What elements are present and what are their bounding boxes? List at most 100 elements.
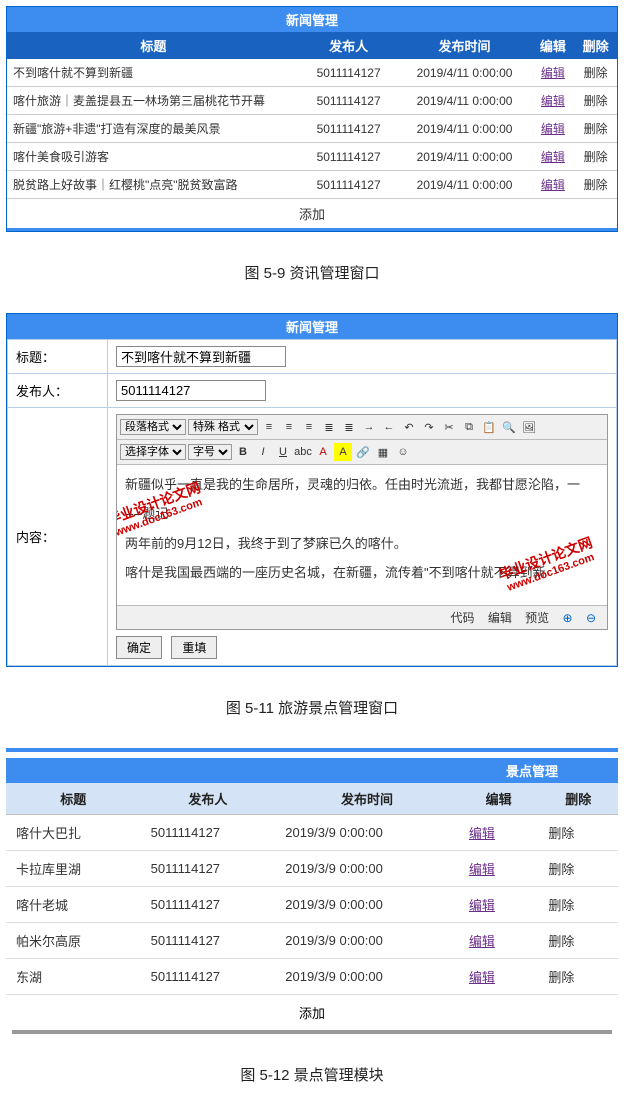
- th-edit: 编辑: [459, 783, 539, 815]
- edit-link[interactable]: 编辑: [469, 826, 495, 841]
- image-icon[interactable]: 🖼: [520, 418, 538, 436]
- color-icon[interactable]: A: [314, 443, 332, 461]
- smiley-icon[interactable]: ☺: [394, 443, 412, 461]
- delete-link[interactable]: 删除: [548, 934, 574, 949]
- delete-link[interactable]: 删除: [548, 826, 574, 841]
- edit-link[interactable]: 编辑: [541, 178, 565, 192]
- cell-publisher: 5011114127: [300, 115, 398, 143]
- cut-icon[interactable]: ✂: [440, 418, 458, 436]
- special-select[interactable]: 特殊 格式: [188, 419, 258, 435]
- cell-title: 帕米尔高原: [6, 923, 141, 959]
- table-row: 脱贫路上好故事｜红樱桃"点亮"脱贫致富路50111141272019/4/11 …: [7, 171, 617, 199]
- table-row: 东湖50111141272019/3/9 0:00:00编辑删除: [6, 959, 618, 995]
- cell-title: 不到喀什就不算到新疆: [7, 59, 300, 87]
- news-manage-panel: 新闻管理 标题 发布人 发布时间 编辑 删除 不到喀什就不算到新疆5011114…: [6, 6, 618, 232]
- edit-tab[interactable]: 编辑: [488, 611, 512, 625]
- edit-link[interactable]: 编辑: [541, 150, 565, 164]
- delete-link[interactable]: 删除: [584, 178, 608, 192]
- table-row: 喀什大巴扎50111141272019/3/9 0:00:00编辑删除: [6, 815, 618, 851]
- edit-link[interactable]: 编辑: [541, 66, 565, 80]
- bold-icon[interactable]: B: [234, 443, 252, 461]
- table-icon[interactable]: ▦: [374, 443, 392, 461]
- ok-button[interactable]: 确定: [116, 636, 162, 659]
- list-ol-icon[interactable]: ≣: [320, 418, 338, 436]
- cell-publisher: 5011114127: [141, 815, 276, 851]
- cell-time: 2019/4/11 0:00:00: [397, 115, 531, 143]
- th-title: 标题: [7, 32, 300, 59]
- indent-icon[interactable]: →: [360, 418, 378, 436]
- figure-caption-1: 图 5-9 资讯管理窗口: [0, 238, 624, 307]
- minus-icon[interactable]: ⊖: [586, 611, 596, 625]
- align-left-icon[interactable]: ≡: [260, 418, 278, 436]
- cell-publisher: 5011114127: [141, 851, 276, 887]
- editor-textarea[interactable]: 毕业设计论文网 www.doc163.com 毕业设计论文网 www.doc16…: [117, 465, 607, 605]
- delete-link[interactable]: 删除: [584, 66, 608, 80]
- list-ul-icon[interactable]: ≣: [340, 418, 358, 436]
- cell-time: 2019/4/11 0:00:00: [397, 143, 531, 171]
- table-row: 卡拉库里湖50111141272019/3/9 0:00:00编辑删除: [6, 851, 618, 887]
- outdent-icon[interactable]: ←: [380, 418, 398, 436]
- size-select[interactable]: 字号: [188, 444, 232, 460]
- paste-icon[interactable]: 📋: [480, 418, 498, 436]
- preview-tab[interactable]: 预览: [525, 611, 549, 625]
- font-select[interactable]: 选择字体: [120, 444, 186, 460]
- edit-link[interactable]: 编辑: [469, 934, 495, 949]
- cell-time: 2019/3/9 0:00:00: [275, 851, 459, 887]
- edit-link[interactable]: 编辑: [541, 94, 565, 108]
- cell-time: 2019/3/9 0:00:00: [275, 923, 459, 959]
- table-row: 帕米尔高原50111141272019/3/9 0:00:00 编辑 删除: [6, 923, 618, 959]
- align-center-icon[interactable]: ≡: [280, 418, 298, 436]
- edit-link[interactable]: 编辑: [469, 898, 495, 913]
- th-publisher: 发布人: [300, 32, 398, 59]
- delete-link[interactable]: 删除: [584, 150, 608, 164]
- cell-publisher: 5011114127: [141, 923, 276, 959]
- undo-icon[interactable]: ↶: [400, 418, 418, 436]
- add-button[interactable]: 添加: [7, 199, 617, 231]
- code-tab[interactable]: 代码: [450, 611, 474, 625]
- publisher-input[interactable]: [116, 380, 266, 401]
- cell-title: 脱贫路上好故事｜红樱桃"点亮"脱贫致富路: [7, 171, 300, 199]
- table-row: 喀什老城50111141272019/3/9 0:00:00编辑删除: [6, 887, 618, 923]
- th-edit: 编辑: [532, 32, 575, 59]
- edit-link[interactable]: 编辑: [541, 122, 565, 136]
- table-header: 标题 发布人 发布时间 编辑 删除: [6, 783, 618, 815]
- rich-editor: 段落格式 特殊 格式 ≡ ≡ ≡ ≣ ≣ → ← ↶ ↷ ✂ ⧉ 📋: [116, 414, 608, 630]
- italic-icon[interactable]: I: [254, 443, 272, 461]
- cell-title: 喀什大巴扎: [6, 815, 141, 851]
- bottom-stripe: [12, 1030, 612, 1034]
- figure-caption-2: 图 5-11 旅游景点管理窗口: [0, 673, 624, 742]
- copy-icon[interactable]: ⧉: [460, 418, 478, 436]
- bgcolor-icon[interactable]: A: [334, 443, 352, 461]
- cell-time: 2019/3/9 0:00:00: [275, 887, 459, 923]
- editor-toolbar-2: 选择字体 字号 B I U abc A A 🔗 ▦ ☺: [117, 440, 607, 465]
- title-input[interactable]: [116, 346, 286, 367]
- spot-table: 标题 发布人 发布时间 编辑 删除 喀什大巴扎50111141272019/3/…: [6, 783, 618, 995]
- redo-icon[interactable]: ↷: [420, 418, 438, 436]
- cell-title: 喀什美食吸引游客: [7, 143, 300, 171]
- editor-line: ----题记: [125, 502, 599, 525]
- reset-button[interactable]: 重填: [171, 636, 217, 659]
- table-row: 喀什美食吸引游客50111141272019/4/11 0:00:00编辑删除: [7, 143, 617, 171]
- edit-link[interactable]: 编辑: [469, 970, 495, 985]
- delete-link[interactable]: 删除: [548, 898, 574, 913]
- edit-form: 标题： 发布人： 内容： 段落格式 特殊 格式 ≡ ≡ ≡ ≣ ≣: [7, 339, 617, 666]
- delete-link[interactable]: 删除: [548, 970, 574, 985]
- strike-icon[interactable]: abc: [294, 443, 312, 461]
- table-row: 喀什旅游｜麦盖提县五一林场第三届桃花节开幕50111141272019/4/11…: [7, 87, 617, 115]
- editor-line: 喀什是我国最西端的一座历史名城，在新疆，流传着"不到喀什就不算到新: [125, 561, 599, 584]
- table-row: 不到喀什就不算到新疆50111141272019/4/11 0:00:00编辑删…: [7, 59, 617, 87]
- top-stripe: [6, 748, 618, 752]
- editor-footer: 代码 编辑 预览 ⊕ ⊖: [117, 605, 607, 629]
- para-select[interactable]: 段落格式: [120, 419, 186, 435]
- link-icon[interactable]: 🔗: [354, 443, 372, 461]
- panel-title: 新闻管理: [7, 314, 617, 339]
- delete-link[interactable]: 删除: [584, 94, 608, 108]
- align-right-icon[interactable]: ≡: [300, 418, 318, 436]
- add-button[interactable]: 添加: [6, 995, 618, 1030]
- find-icon[interactable]: 🔍: [500, 418, 518, 436]
- delete-link[interactable]: 删除: [584, 122, 608, 136]
- underline-icon[interactable]: U: [274, 443, 292, 461]
- cell-time: 2019/4/11 0:00:00: [397, 59, 531, 87]
- plus-icon[interactable]: ⊕: [563, 611, 573, 625]
- cell-title: 卡拉库里湖: [6, 851, 141, 887]
